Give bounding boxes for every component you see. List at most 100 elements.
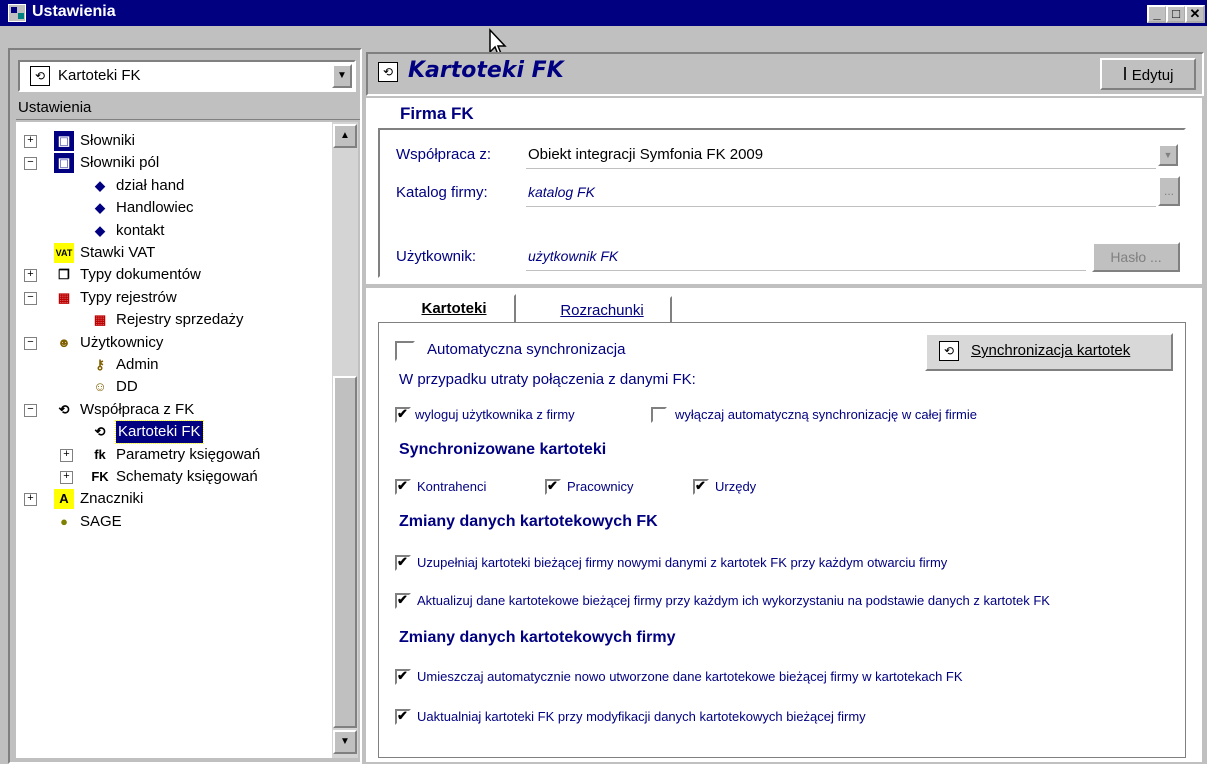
sync-icon: ⟲ [378, 62, 398, 82]
lost-connection-label: W przypadku utraty połączenia z danymi F… [399, 371, 696, 388]
title-bar[interactable]: Ustawienia _ □ ✕ [0, 0, 1207, 26]
kontrahenci-checkbox[interactable] [395, 478, 411, 495]
katalog-label: Katalog firmy: [396, 184, 488, 201]
tab-rozrachunki-label: Rozrachunki [560, 302, 644, 319]
tree-scrollbar[interactable]: ▲ ▼ [332, 122, 358, 758]
tree-item[interactable]: + FK Schematy księgowań [16, 466, 326, 488]
user-icon: ☺ [90, 377, 110, 398]
settings-tree[interactable]: + ▣ Słowniki − ▣ Słowniki pól ◆ dział hand ◆ Hand… [16, 122, 332, 758]
tree-item[interactable]: − ☻ Użytkownicy [16, 332, 326, 354]
category-combo[interactable]: ⟲ Kartoteki FK ▼ [18, 60, 356, 92]
sync-icon: ⟲ [30, 66, 50, 86]
tab-rozrachunki[interactable]: Rozrachunki [532, 296, 672, 324]
window-title: Ustawienia [32, 3, 116, 20]
tree-item-label: kontakt [116, 221, 165, 239]
auto-sync-checkbox[interactable] [395, 341, 415, 361]
haslo-button[interactable]: Hasło ... [1092, 242, 1180, 272]
tree-item[interactable]: ☺ DD [16, 376, 326, 398]
uzupelniaj-label: Uzupełniaj kartoteki bieżącej firmy nowy… [417, 555, 948, 570]
collapse-icon[interactable]: − [24, 157, 37, 171]
marker-icon: A [54, 489, 74, 510]
tab-kartoteki[interactable]: Kartoteki [392, 294, 516, 322]
tree-item-label: Rejestry sprzedaży [116, 311, 244, 329]
tree-item[interactable]: + ▣ Słowniki [16, 130, 326, 152]
uaktualniaj-label: Uaktualniaj kartoteki FK przy modyfikacj… [417, 709, 866, 724]
uzupelniaj-checkbox[interactable] [395, 554, 411, 571]
scroll-thumb[interactable] [333, 376, 357, 728]
katalog-input[interactable]: katalog FK [528, 184, 595, 200]
sync-icon: ⟲ [90, 422, 110, 443]
logout-user-checkbox[interactable] [395, 406, 411, 423]
collapse-icon[interactable]: − [24, 403, 37, 417]
tree-item[interactable]: − ▣ Słowniki pól [16, 152, 326, 174]
expand-icon[interactable]: + [60, 471, 73, 484]
expand-icon[interactable]: + [24, 493, 37, 507]
tree-item[interactable]: − ▦ Typy rejestrów [16, 287, 326, 309]
edit-button-label: Edytuj [1131, 67, 1174, 84]
book-icon: ◆ [90, 175, 110, 196]
sync-icon: ⟲ [939, 341, 959, 361]
tree-item-label: Schematy księgowań [116, 468, 258, 485]
tree-item[interactable]: ⟲ Kartoteki FK [16, 420, 326, 445]
tree-item[interactable]: ▦ Rejestry sprzedaży [16, 309, 326, 331]
tree-header-label: Ustawienia [18, 99, 92, 116]
tab-strip-bg [366, 284, 1202, 288]
tree-item-label: Słowniki pól [80, 154, 160, 172]
tree-item[interactable]: + ❐ Typy dokumentów [16, 264, 326, 286]
tree-item[interactable]: ◆ dział hand [16, 175, 326, 197]
firma-section-title: Firma FK [400, 104, 474, 123]
wspolpraca-select[interactable]: Obiekt integracji Symfonia FK 2009 [528, 146, 763, 163]
tree-item[interactable]: ◆ Handlowiec [16, 197, 326, 219]
tree-item[interactable]: ⚷ Admin [16, 354, 326, 376]
scroll-up-icon[interactable]: ▲ [333, 124, 357, 148]
sync-kartotek-label: Synchronizacja kartotek [971, 342, 1131, 359]
maximize-button[interactable]: □ [1166, 5, 1186, 23]
expand-icon[interactable]: + [24, 269, 37, 283]
expand-icon[interactable]: + [60, 448, 73, 462]
disable-sync-label: wyłączaj automatyczną synchronizację w c… [675, 407, 978, 422]
dictionary-icon: ▣ [54, 131, 74, 151]
collapse-icon[interactable]: − [24, 291, 37, 305]
uzytkownik-underline [526, 270, 1086, 271]
uaktualniaj-checkbox[interactable] [395, 708, 411, 725]
chevron-down-icon[interactable]: ▼ [332, 64, 352, 88]
tree-item[interactable]: − ⟲ Współpraca z FK [16, 399, 326, 421]
vat-icon: VAT [54, 243, 74, 263]
disable-sync-checkbox[interactable] [651, 407, 667, 423]
tree-item-label: Handlowiec [116, 199, 194, 217]
documents-icon: ❐ [54, 265, 74, 286]
fk-italic-icon: fk [90, 444, 110, 465]
key-icon: ⚷ [90, 355, 110, 375]
browse-button[interactable]: ... [1158, 176, 1180, 206]
dictionary-icon: ▣ [54, 153, 74, 174]
close-button[interactable]: ✕ [1185, 5, 1205, 23]
pracownicy-checkbox[interactable] [545, 478, 561, 495]
minimize-button[interactable]: _ [1147, 5, 1167, 23]
register-icon: ▦ [54, 287, 74, 308]
tree-item-label: Współpraca z FK [80, 400, 195, 418]
kontrahenci-label: Kontrahenci [417, 479, 487, 494]
tree-item-label: Typy rejestrów [80, 288, 177, 306]
tree-item[interactable]: ● SAGE [16, 511, 326, 533]
tree-item[interactable]: + fk Parametry księgowań [16, 444, 326, 466]
tree-header: Ustawienia [16, 96, 360, 120]
text-cursor-icon: I [1122, 64, 1128, 84]
app-icon [8, 4, 26, 22]
synced-title: Synchronizowane kartoteki [399, 441, 607, 458]
sync-kartotek-button[interactable]: ⟲ Synchronizacja kartotek [925, 333, 1173, 371]
tree-item[interactable]: VAT Stawki VAT [16, 242, 326, 264]
uzytkownik-input[interactable]: użytkownik FK [528, 248, 618, 264]
umieszczaj-checkbox[interactable] [395, 668, 411, 685]
urzedy-checkbox[interactable] [693, 478, 709, 495]
tree-item[interactable]: + A Znaczniki [16, 488, 326, 510]
edit-button[interactable]: I Edytuj [1100, 58, 1196, 90]
collapse-icon[interactable]: − [24, 336, 37, 350]
register-icon: ▦ [90, 310, 110, 331]
tree-item-label: Słowniki [80, 132, 136, 149]
expand-icon[interactable]: + [24, 135, 37, 148]
tree-item[interactable]: ◆ kontakt [16, 220, 326, 242]
chevron-down-icon[interactable]: ▼ [1158, 144, 1178, 166]
scroll-down-icon[interactable]: ▼ [333, 730, 357, 754]
firm-changes-title: Zmiany danych kartotekowych firmy [399, 629, 676, 646]
aktualizuj-checkbox[interactable] [395, 592, 411, 609]
